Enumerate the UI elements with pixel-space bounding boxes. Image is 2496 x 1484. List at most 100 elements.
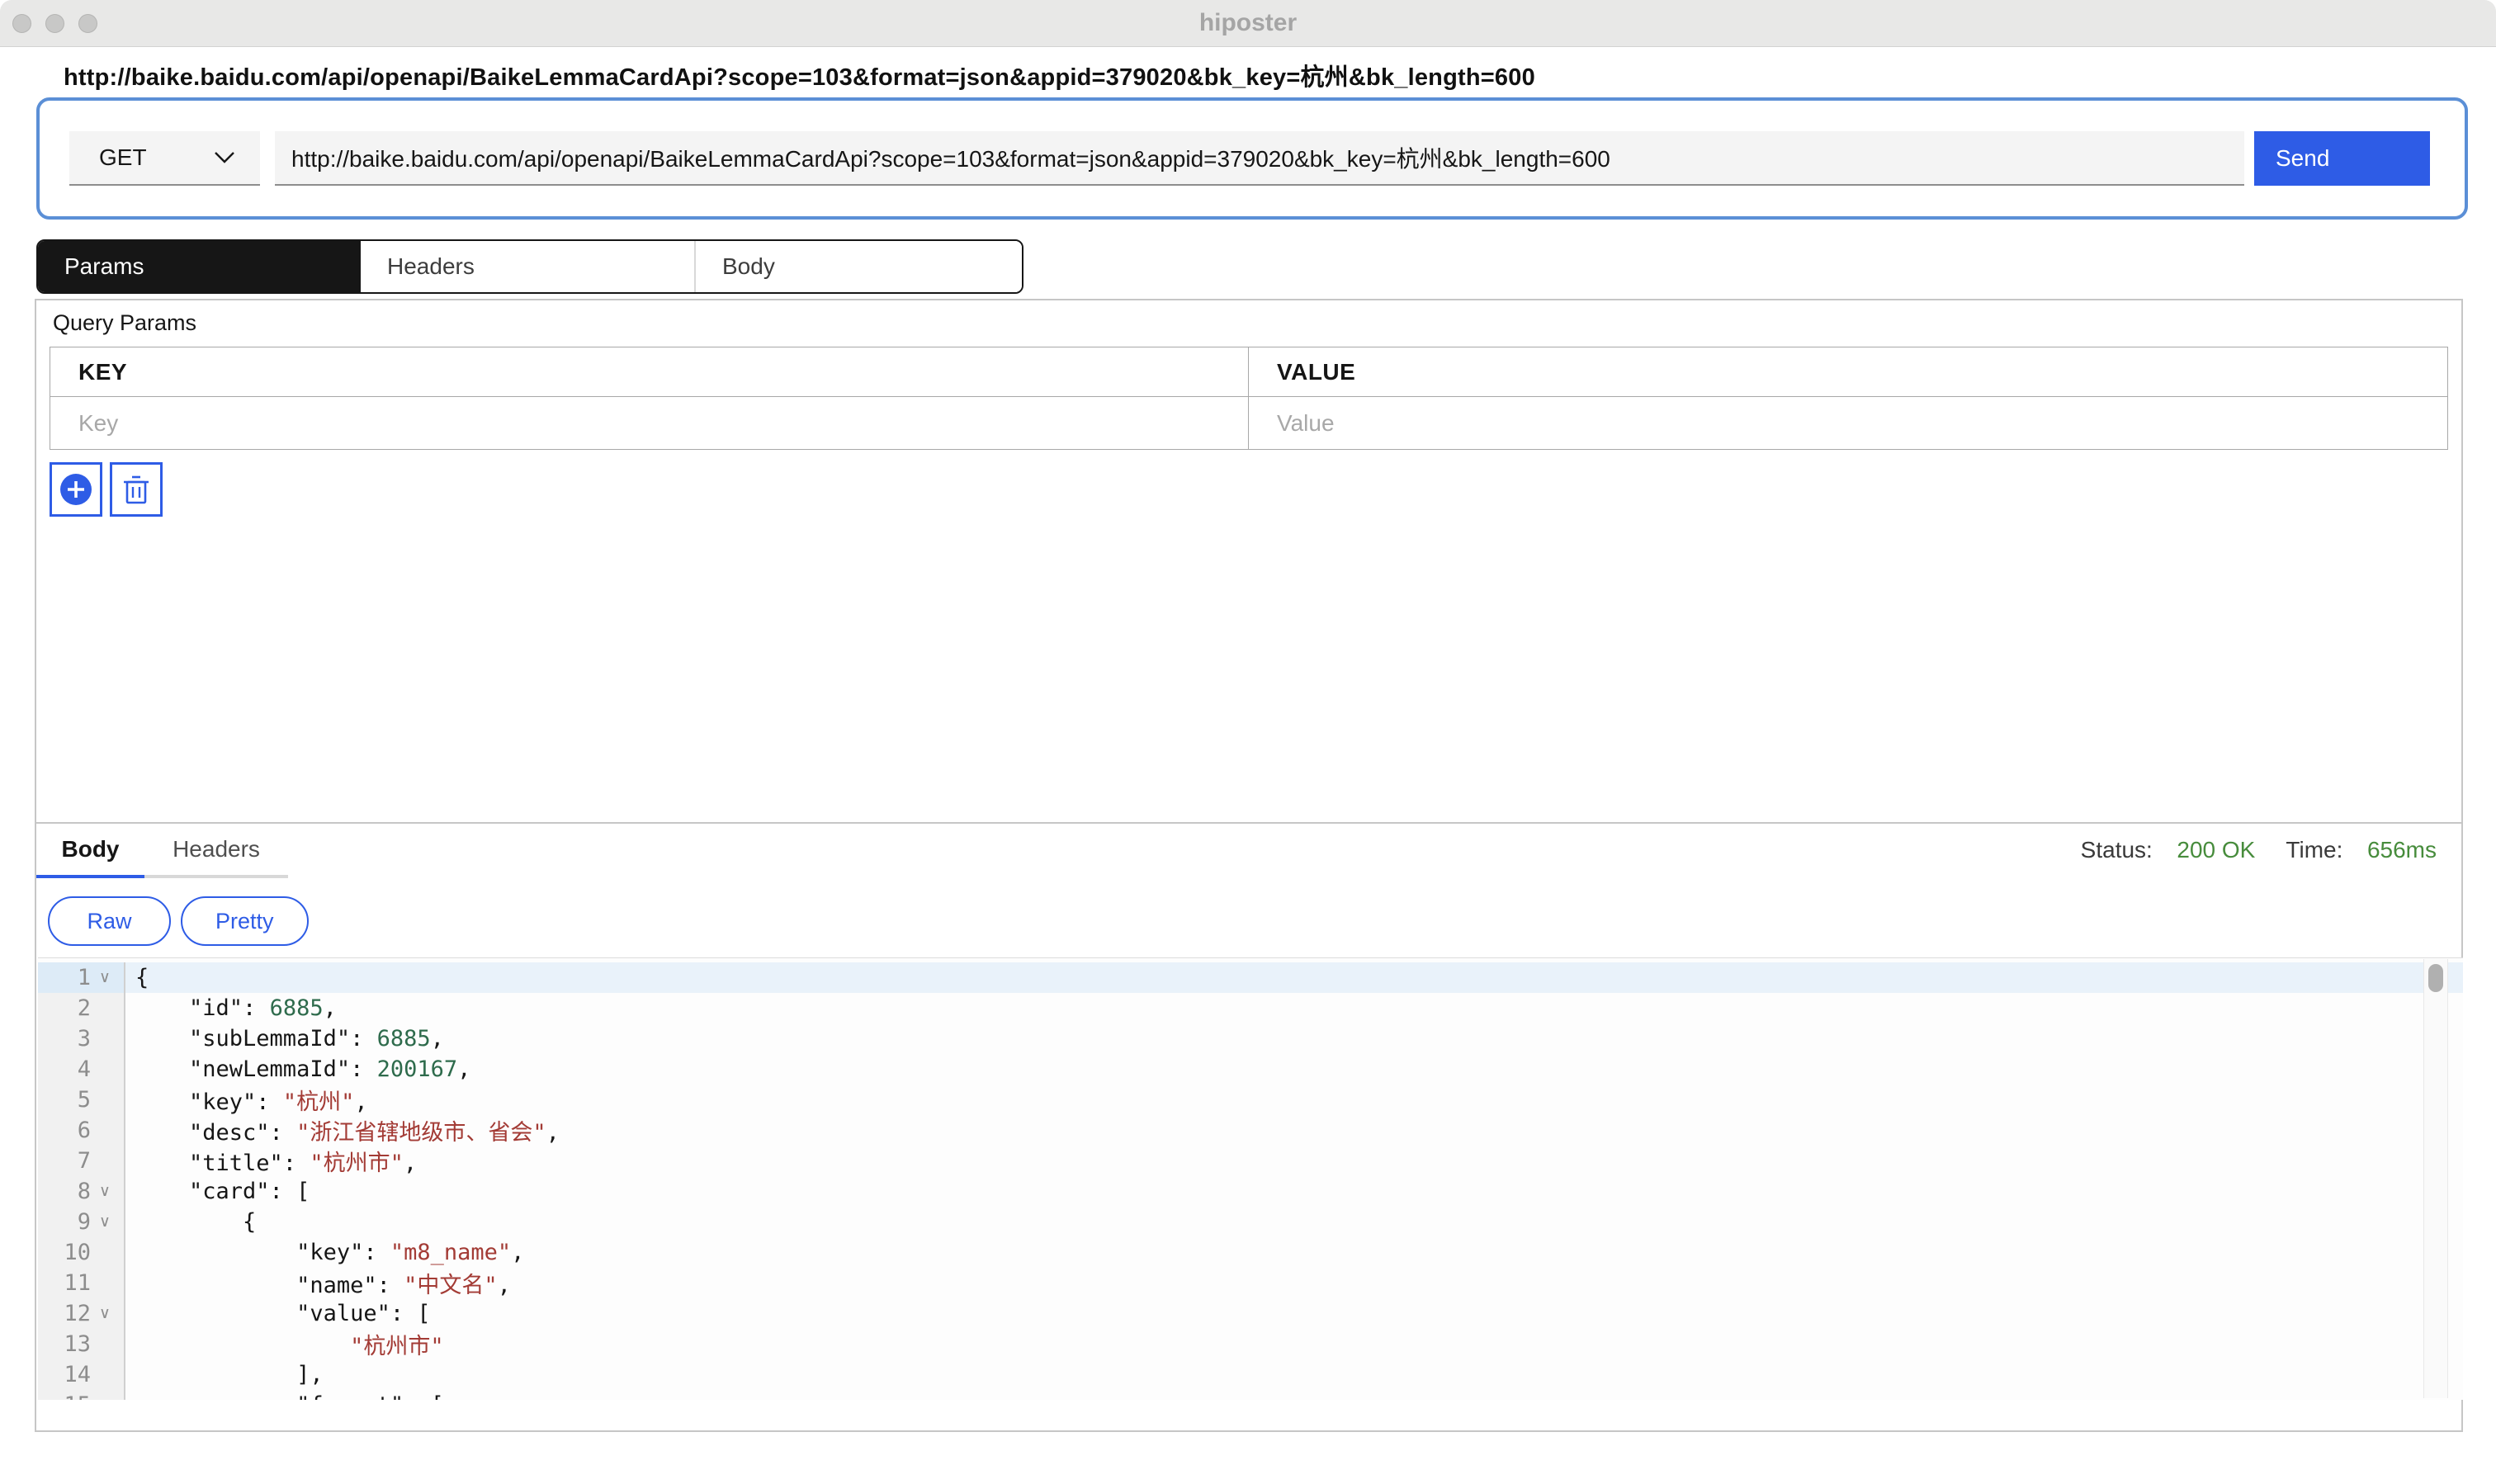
code-line: 13 "杭州市" — [38, 1329, 2463, 1359]
code-line: 14 ], — [38, 1359, 2463, 1390]
tab-params[interactable]: Params — [38, 241, 361, 292]
code-content: { — [125, 1209, 256, 1235]
line-number: 13 — [38, 1331, 91, 1357]
trash-icon — [121, 474, 151, 505]
response-tab-headers[interactable]: Headers — [144, 824, 288, 878]
code-content: "card": [ — [125, 1179, 310, 1204]
tab-headers[interactable]: Headers — [361, 241, 694, 292]
param-value-input[interactable] — [1249, 398, 2447, 449]
table-header-row: KEY VALUE — [50, 347, 2448, 397]
line-number: 1 — [38, 965, 91, 990]
line-number: 12 — [38, 1301, 91, 1326]
collapse-chevron-icon[interactable]: ∨ — [91, 1212, 119, 1231]
window-controls — [12, 14, 97, 33]
time-value: 656ms — [2367, 837, 2437, 863]
line-gutter: 14 — [38, 1359, 124, 1390]
query-params-table: KEY VALUE — [50, 347, 2448, 450]
param-key-input[interactable] — [50, 398, 1248, 449]
line-gutter: 15 — [38, 1390, 124, 1400]
code-content: "desc": "浙江省辖地级市、省会", — [125, 1114, 560, 1146]
delete-param-button[interactable] — [110, 462, 163, 517]
code-content: "key": "m8_name", — [125, 1240, 524, 1265]
line-number: 8 — [38, 1179, 91, 1204]
line-number: 5 — [38, 1087, 91, 1113]
app-window: hiposter http://baike.baidu.com/api/open… — [0, 0, 2496, 1484]
line-number: 11 — [38, 1270, 91, 1296]
line-number: 3 — [38, 1026, 91, 1052]
line-gutter: 3 — [38, 1023, 124, 1054]
method-select-value: GET — [99, 144, 147, 171]
line-gutter: 8∨ — [38, 1176, 124, 1207]
window-titlebar: hiposter — [0, 0, 2496, 47]
minimize-window-icon[interactable] — [45, 14, 64, 33]
line-gutter: 6 — [38, 1115, 124, 1146]
response-divider — [36, 822, 2461, 824]
maximize-window-icon[interactable] — [78, 14, 97, 33]
response-tabs: Body Headers — [36, 824, 288, 878]
line-gutter: 4 — [38, 1054, 124, 1085]
scrollbar-track[interactable] — [2423, 959, 2448, 1398]
code-line: 7 "title": "杭州市", — [38, 1146, 2463, 1176]
request-tabs: Params Headers Body — [36, 239, 1023, 294]
scrollbar-thumb[interactable] — [2428, 964, 2443, 992]
response-tab-body[interactable]: Body — [36, 824, 144, 878]
collapse-chevron-icon[interactable]: ∨ — [91, 968, 119, 987]
line-number: 14 — [38, 1362, 91, 1387]
column-header-value: VALUE — [1249, 347, 2448, 397]
line-number: 15 — [38, 1392, 91, 1400]
code-content: "id": 6885, — [125, 995, 337, 1021]
code-content: "subLemmaId": 6885, — [125, 1026, 444, 1052]
code-line: 3 "subLemmaId": 6885, — [38, 1023, 2463, 1054]
line-number: 9 — [38, 1209, 91, 1235]
window-title: hiposter — [1199, 9, 1297, 37]
line-number: 10 — [38, 1240, 91, 1265]
code-line: 12∨ "value": [ — [38, 1298, 2463, 1329]
line-number: 7 — [38, 1148, 91, 1174]
code-content: "format": [ — [125, 1392, 444, 1400]
line-gutter: 7 — [38, 1146, 124, 1176]
code-content: "value": [ — [125, 1301, 431, 1326]
plus-circle-icon — [59, 473, 92, 506]
tab-body[interactable]: Body — [694, 241, 1022, 292]
line-gutter: 2 — [38, 993, 124, 1023]
pretty-button[interactable]: Pretty — [181, 896, 309, 946]
response-view-buttons: Raw Pretty — [48, 896, 309, 946]
code-editor-lines: 1∨{2 "id": 6885,3 "subLemmaId": 6885,4 "… — [38, 962, 2463, 1400]
request-url-heading: http://baike.baidu.com/api/openapi/Baike… — [64, 58, 1535, 92]
collapse-chevron-icon[interactable]: ∨ — [91, 1182, 119, 1201]
code-line: 9∨ { — [38, 1207, 2463, 1237]
table-row — [50, 397, 2448, 450]
line-gutter: 12∨ — [38, 1298, 124, 1329]
code-content: ], — [125, 1362, 324, 1387]
line-gutter: 13 — [38, 1329, 124, 1359]
code-content: "key": "杭州", — [125, 1084, 368, 1116]
code-line: 1∨{ — [38, 962, 2463, 993]
raw-button[interactable]: Raw — [48, 896, 171, 946]
status-value: 200 OK — [2177, 837, 2255, 863]
code-line: 5 "key": "杭州", — [38, 1085, 2463, 1115]
line-gutter: 9∨ — [38, 1207, 124, 1237]
response-body-editor: 1∨{2 "id": 6885,3 "subLemmaId": 6885,4 "… — [38, 957, 2463, 1400]
url-input[interactable] — [275, 131, 2244, 186]
code-line: 8∨ "card": [ — [38, 1176, 2463, 1207]
line-gutter: 10 — [38, 1237, 124, 1268]
line-gutter: 5 — [38, 1085, 124, 1115]
send-button[interactable]: Send — [2254, 131, 2430, 186]
chevron-down-icon — [214, 151, 235, 164]
status-label: Status: — [2081, 837, 2153, 863]
param-row-actions — [50, 462, 163, 517]
main-panel: Query Params KEY VALUE — [35, 299, 2463, 1432]
response-status-line: Status: 200 OK Time: 656ms — [2081, 837, 2437, 863]
code-line: 10 "key": "m8_name", — [38, 1237, 2463, 1268]
request-bar: GET Send — [36, 97, 2468, 220]
collapse-chevron-icon[interactable]: ∨ — [91, 1304, 119, 1323]
code-content: "杭州市" — [125, 1328, 444, 1360]
add-param-button[interactable] — [50, 462, 102, 517]
line-gutter: 1∨ — [38, 962, 124, 993]
code-line: 6 "desc": "浙江省辖地级市、省会", — [38, 1115, 2463, 1146]
line-number: 6 — [38, 1118, 91, 1143]
column-header-key: KEY — [50, 347, 1249, 397]
method-select[interactable]: GET — [69, 131, 260, 186]
code-line: 2 "id": 6885, — [38, 993, 2463, 1023]
close-window-icon[interactable] — [12, 14, 31, 33]
